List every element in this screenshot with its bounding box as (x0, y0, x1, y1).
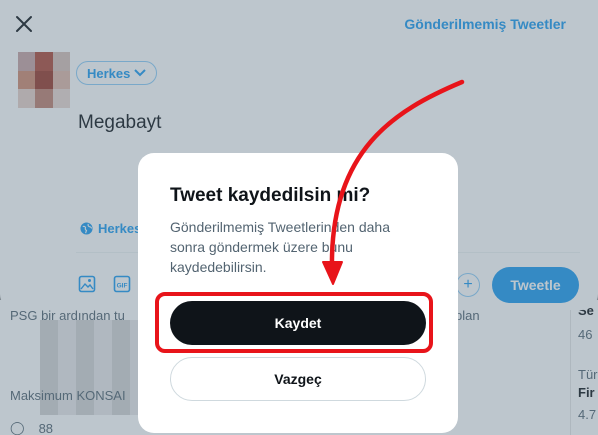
dialog-body: Gönderilmemiş Tweetlerinden daha sonra g… (170, 219, 390, 275)
annotation-highlight (155, 292, 433, 353)
dialog-title: Tweet kaydedilsin mi? (170, 185, 371, 206)
cancel-button[interactable]: Vazgeç (170, 357, 426, 401)
